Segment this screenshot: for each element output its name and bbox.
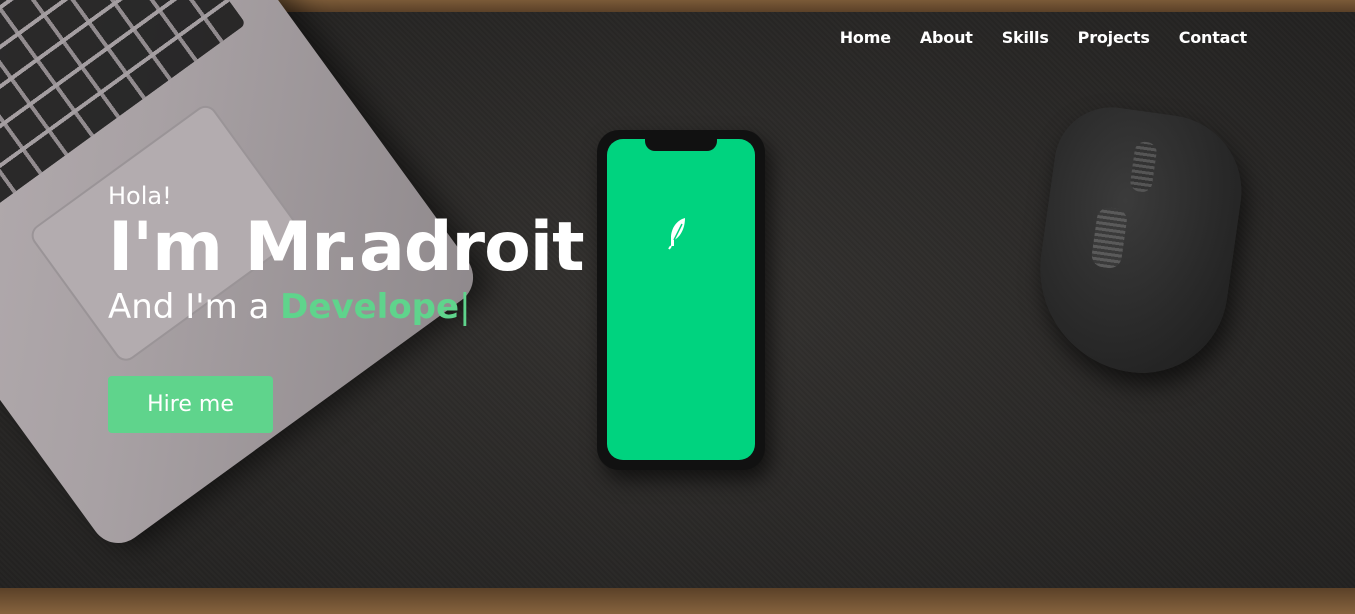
main-nav: Home About Skills Projects Contact — [840, 28, 1247, 47]
mouse-scroll-wheel — [1129, 140, 1158, 194]
hero-title: I'm Mr.adroit — [108, 208, 585, 287]
phone-screen — [607, 139, 755, 460]
feather-icon — [668, 218, 685, 250]
hero-greeting: Hola! — [108, 182, 172, 210]
phone-notch — [645, 139, 717, 151]
hero-subtitle: And I'm a Develope| — [108, 287, 584, 327]
hero-text-block: Hola! I'm Mr.adroit And I'm a Develope| — [108, 182, 585, 327]
nav-skills[interactable]: Skills — [1002, 28, 1049, 47]
nav-about[interactable]: About — [920, 28, 973, 47]
nav-home[interactable]: Home — [840, 28, 891, 47]
nav-contact[interactable]: Contact — [1179, 28, 1248, 47]
typing-cursor: | — [459, 287, 471, 328]
hero-subtitle-prefix: And I'm a — [108, 287, 270, 328]
desk-edge-bottom — [0, 588, 1355, 614]
phone-image — [597, 130, 765, 470]
mouse-thumb-wheel — [1090, 206, 1129, 270]
hire-me-button[interactable]: Hire me — [108, 376, 273, 433]
typed-role-text: Develope — [280, 287, 460, 328]
nav-projects[interactable]: Projects — [1078, 28, 1150, 47]
hero-section: Home About Skills Projects Contact Hola!… — [0, 0, 1355, 614]
